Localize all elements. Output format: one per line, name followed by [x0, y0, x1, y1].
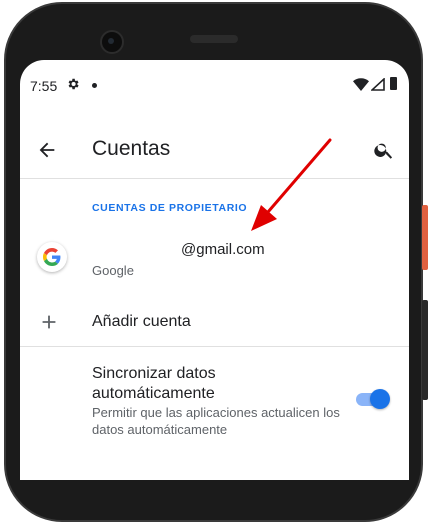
- cell-signal-icon: [371, 78, 385, 91]
- screen: 7:55 Cuentas CUENTAS DE PROPIETARIO @gma…: [20, 60, 409, 480]
- account-type: Google: [92, 263, 134, 278]
- volume-button: [422, 300, 428, 400]
- account-email: @gmail.com: [181, 241, 265, 258]
- sync-description: Permitir que las aplicaciones actualicen…: [92, 405, 340, 437]
- power-button: [422, 205, 428, 270]
- app-bar: Cuentas: [20, 120, 409, 179]
- notification-dot: [92, 83, 97, 88]
- plus-icon: [42, 315, 56, 329]
- auto-sync-setting[interactable]: Sincronizar datos automáticamente Permit…: [20, 358, 409, 448]
- gear-icon: [68, 78, 79, 90]
- front-camera: [100, 30, 124, 54]
- status-bar: 7:55: [20, 60, 409, 110]
- earpiece-speaker: [190, 35, 238, 43]
- add-account-button[interactable]: Añadir cuenta: [20, 300, 409, 347]
- page-title: Cuentas: [92, 137, 171, 160]
- search-icon[interactable]: [373, 139, 395, 161]
- account-item-google[interactable]: @gmail.com Google: [20, 228, 409, 296]
- section-header-owner-accounts: CUENTAS DE PROPIETARIO: [92, 202, 248, 214]
- toggle-thumb: [370, 389, 390, 409]
- sync-toggle[interactable]: [356, 388, 390, 410]
- add-account-label: Añadir cuenta: [92, 313, 191, 330]
- sync-title: Sincronizar datos automáticamente: [92, 365, 216, 402]
- google-logo-icon: [37, 242, 67, 272]
- battery-icon: [390, 77, 397, 90]
- arrow-back-icon[interactable]: [36, 139, 58, 161]
- wifi-icon: [353, 78, 369, 91]
- status-time: 7:55: [30, 78, 58, 94]
